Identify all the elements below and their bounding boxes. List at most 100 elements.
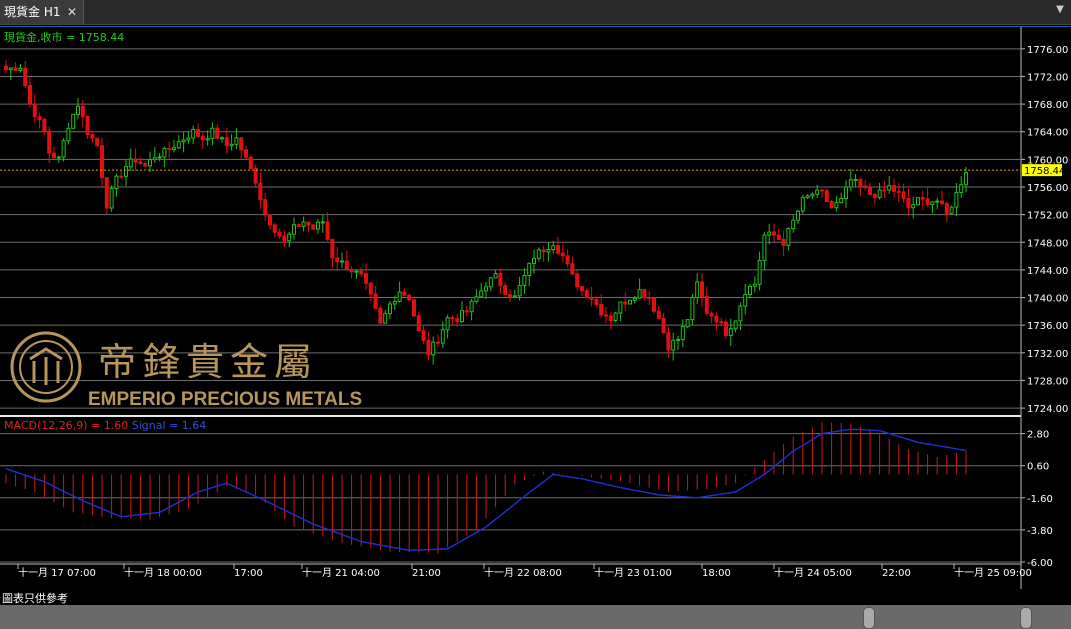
tab-menu-icon[interactable]: ▼: [1053, 4, 1067, 20]
candle-body: [455, 318, 460, 323]
close-icon[interactable]: ✕: [64, 0, 80, 24]
chart-area[interactable]: 1776.00 1772.00 1768.00 1764.00 1760.00 1756.…: [0, 26, 1071, 589]
candle-body: [680, 326, 685, 340]
candle-body: [613, 312, 618, 322]
chart-tab[interactable]: 現貨金 H1 ✕: [0, 0, 84, 24]
candle-body: [90, 134, 95, 139]
candle-body: [767, 231, 772, 236]
candle-body: [940, 200, 944, 205]
candle-body: [392, 300, 397, 305]
candle-body: [565, 255, 570, 265]
candle-body: [460, 310, 464, 323]
candle-body: [733, 320, 738, 330]
candle-body: [901, 191, 906, 199]
candle-body: [186, 137, 191, 141]
candle-body: [824, 190, 829, 203]
candle-body: [128, 158, 133, 168]
candle-body: [786, 228, 791, 246]
candle-body: [560, 252, 565, 257]
candle-body: [119, 175, 124, 178]
candle-body: [512, 295, 517, 298]
candle-body: [234, 137, 239, 145]
candle-body: [268, 214, 272, 226]
candle-body: [13, 67, 18, 71]
macd-tick-label: 0.60: [1027, 462, 1049, 473]
candle-body: [66, 127, 71, 142]
price-tick-label: 1732.00: [1027, 349, 1068, 360]
candle-body: [248, 156, 253, 169]
candle-body: [916, 197, 920, 206]
candle-body: [167, 147, 172, 150]
candle-body: [52, 152, 56, 159]
candle-body: [781, 238, 786, 246]
candle-body: [71, 113, 76, 129]
watermark-english: EMPERIO PRECIOUS METALS: [88, 389, 362, 410]
macd-legend: MACD(12,26,9) = 1.60 Signal = 1.64: [4, 419, 206, 432]
candle-body: [848, 179, 853, 188]
candle-body: [152, 157, 157, 161]
candle-body: [877, 189, 882, 198]
candle-body: [536, 249, 541, 259]
candle-body: [335, 257, 340, 263]
price-tick-label: 1756.00: [1027, 183, 1068, 194]
candle-body: [95, 137, 100, 147]
candle-body: [244, 149, 248, 158]
candle-body: [47, 130, 52, 154]
candle-body: [575, 273, 580, 288]
candle-body: [604, 314, 608, 317]
candle-body: [416, 315, 421, 332]
candle-body: [421, 330, 426, 341]
candle-body: [296, 224, 301, 227]
candle-body: [8, 67, 13, 71]
candle-body: [388, 303, 392, 315]
candle-body: [594, 298, 599, 306]
horizontal-scrollbar[interactable]: [0, 605, 1071, 629]
candle-body: [138, 161, 143, 164]
candle-body: [272, 224, 277, 233]
candle-body: [935, 200, 940, 203]
candle-body: [652, 297, 656, 312]
candle-body: [872, 193, 877, 198]
candle-body: [844, 186, 848, 199]
candle-body: [752, 283, 757, 287]
candle-body: [196, 128, 200, 137]
candle-body: [440, 329, 445, 344]
candle-body: [906, 197, 911, 209]
candle-body: [436, 341, 440, 344]
candle-body: [887, 185, 892, 191]
candle-body: [143, 162, 148, 167]
candle-body: [397, 291, 402, 302]
current-price-label: 1758.44: [1024, 166, 1065, 177]
time-tick-label: 17:00: [234, 568, 263, 579]
candle-body: [191, 128, 196, 139]
candle-body: [215, 127, 220, 140]
candle-body: [580, 286, 584, 292]
time-tick-label: 22:00: [882, 568, 911, 579]
time-tick-label: 18:00: [702, 568, 731, 579]
candle-body: [316, 221, 320, 230]
candle-body: [762, 234, 767, 262]
scroll-handle-right[interactable]: [1020, 607, 1032, 629]
candle-body: [426, 339, 431, 356]
candle-body: [700, 281, 704, 297]
candle-body: [330, 238, 335, 259]
candle-body: [829, 201, 834, 209]
candle-body: [920, 197, 925, 200]
candle-body: [541, 249, 546, 253]
candle-body: [100, 145, 104, 179]
candle-body: [224, 137, 229, 147]
candle-body: [402, 291, 407, 296]
candle-body: [229, 143, 234, 147]
candle-body: [176, 141, 181, 149]
candle-body: [344, 260, 349, 271]
candle-body: [133, 158, 138, 163]
candle-body: [656, 310, 661, 319]
candle-body: [484, 286, 488, 292]
candle-body: [738, 305, 743, 322]
candle-body: [445, 317, 450, 331]
price-tick-label: 1776.00: [1027, 45, 1068, 56]
candle-body: [551, 245, 556, 251]
scroll-handle-left[interactable]: [863, 607, 875, 629]
candle-body: [892, 185, 896, 192]
candle-body: [671, 339, 676, 351]
